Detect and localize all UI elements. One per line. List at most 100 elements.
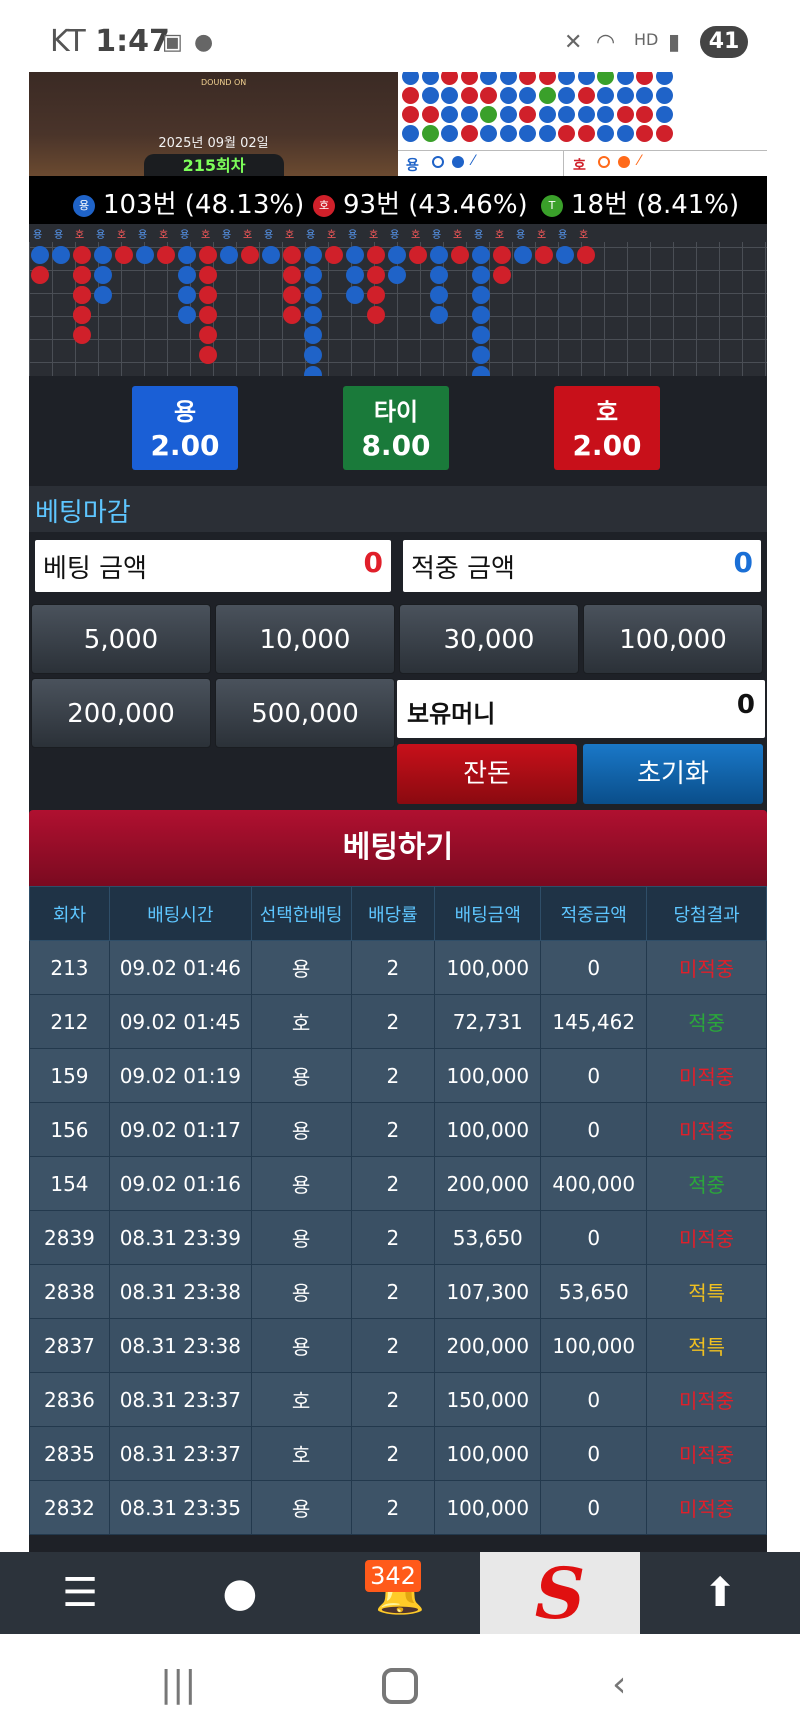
reset-button[interactable]: 초기화: [583, 744, 763, 804]
bead-dot: [519, 125, 536, 142]
grid-dot: [367, 286, 385, 304]
grid-header-cell: 호: [369, 230, 379, 241]
small-road-icon-tiger: [618, 156, 630, 168]
table-cell: 호: [250, 994, 352, 1049]
bead-dot: [636, 106, 653, 123]
odds-panel: 용 2.00 타이 8.00 호 2.00: [29, 376, 767, 476]
bead-dot: [402, 125, 419, 142]
table-row: 156 09.02 01:17 용 2 100,000 0 미적중: [29, 1102, 767, 1157]
grid-header-cell: 용: [54, 230, 64, 241]
table-cell: 2: [350, 1426, 436, 1481]
grid-header-cell: 용: [33, 230, 43, 241]
table-cell: 200,000: [434, 1318, 542, 1373]
grid-header-cell: 호: [117, 230, 127, 241]
table-cell: 용: [250, 1210, 352, 1265]
grid-header-cell: 용: [390, 230, 400, 241]
carrier-time: KT 1:47: [50, 24, 170, 59]
grid-header-cell: 용: [432, 230, 442, 241]
menu-icon[interactable]: ☰: [0, 1552, 160, 1634]
grid-dot: [535, 246, 553, 264]
screenshot-icon: ▣: [162, 30, 183, 55]
legend-tiger: 호: [573, 158, 586, 174]
bead-dot: [519, 106, 536, 123]
chip-5000-button[interactable]: 5,000: [31, 604, 211, 674]
result-stats: 용 103번 (48.13%) 호 93번 (43.46%) T 18번 (8.41%…: [29, 176, 767, 224]
back-icon[interactable]: ‹: [612, 1664, 626, 1705]
table-cell: 2: [350, 1264, 436, 1319]
grid-dot: [304, 246, 322, 264]
bead-dot: [421, 87, 439, 104]
col-result: 당첨결과: [646, 886, 767, 941]
bead-dot: [538, 72, 556, 85]
table-cell: 212: [29, 994, 110, 1049]
bead-dot: [577, 72, 595, 85]
table-row: 2836 08.31 23:37 호 2 150,000 0 미적중: [29, 1372, 767, 1427]
bead-dot: [577, 106, 595, 123]
bet-dragon-button[interactable]: 용 2.00: [132, 386, 238, 470]
grid-dot: [514, 246, 532, 264]
site-logo-button[interactable]: S: [480, 1552, 640, 1634]
table-cell: 08.31 23:37: [108, 1372, 252, 1427]
grid-header-cell: 호: [243, 230, 253, 241]
bead-dot: [616, 72, 634, 85]
table-cell: 100,000: [434, 1102, 542, 1157]
grid-dot: [136, 246, 154, 264]
table-cell: 100,000: [434, 1426, 542, 1481]
bead-dot: [519, 87, 536, 104]
chip-10000-button[interactable]: 10,000: [215, 604, 395, 674]
bet-amount-value: 0: [363, 546, 383, 579]
big-road-icon-tiger: [598, 156, 610, 168]
grid-dot: [31, 266, 49, 284]
bead-dot: [558, 125, 575, 142]
grid-dot: [304, 326, 322, 344]
recent-apps-icon[interactable]: |||: [160, 1664, 196, 1705]
bead-dot: [441, 87, 458, 104]
grid-header-cell: 용: [516, 230, 526, 241]
table-cell: 2832: [29, 1480, 110, 1535]
table-cell: 100,000: [540, 1318, 648, 1373]
bead-dot: [441, 106, 458, 123]
big-road-icon: [432, 156, 444, 168]
chip-100000-button[interactable]: 100,000: [583, 604, 763, 674]
table-cell: 미적중: [646, 1372, 767, 1427]
scroll-top-icon[interactable]: ⬆: [640, 1552, 800, 1634]
bead-dot: [538, 87, 556, 104]
grid-dot: [388, 266, 406, 284]
grid-dot: [283, 286, 301, 304]
bet-tie-button[interactable]: 타이 8.00: [343, 386, 449, 470]
table-cell: 159: [29, 1048, 110, 1103]
table-row: 2832 08.31 23:35 용 2 100,000 0 미적중: [29, 1480, 767, 1535]
small-road-icon: [452, 156, 464, 168]
table-cell: 100,000: [434, 1480, 542, 1535]
bet-tiger-button[interactable]: 호 2.00: [554, 386, 660, 470]
table-cell: 0: [540, 1048, 648, 1103]
place-bet-button[interactable]: 베팅하기: [29, 810, 767, 886]
grid-dot: [178, 306, 196, 324]
table-cell: 09.02 01:45: [108, 994, 252, 1049]
table-cell: 용: [250, 1156, 352, 1211]
col-selection: 선택한배팅: [250, 886, 352, 941]
grid-header-cell: 용: [558, 230, 568, 241]
chip-30000-button[interactable]: 30,000: [399, 604, 579, 674]
table-cell: 09.02 01:16: [108, 1156, 252, 1211]
grid-dot: [199, 306, 217, 324]
table-cell: 2: [350, 1318, 436, 1373]
cockroach-road-icon-tiger: ⁄: [638, 153, 641, 169]
grid-header-cell: 용: [306, 230, 316, 241]
grid-dot: [430, 246, 448, 264]
app-container: DOUND ON 2025년 09월 02일 215회차 용 ⁄ 호 ⁄ 용 10…: [29, 72, 767, 1552]
bead-dot: [558, 72, 575, 85]
bead-dot: [499, 125, 517, 142]
chip-500000-button[interactable]: 500,000: [215, 678, 395, 748]
table-cell: 미적중: [646, 940, 767, 995]
balance-button[interactable]: 잔돈: [397, 744, 577, 804]
bead-dot: [558, 87, 575, 104]
table-cell: 미적중: [646, 1048, 767, 1103]
table-cell: 08.31 23:39: [108, 1210, 252, 1265]
bead-dot: [655, 72, 673, 85]
chip-200000-button[interactable]: 200,000: [31, 678, 211, 748]
user-icon[interactable]: ●: [160, 1552, 320, 1634]
home-icon[interactable]: [382, 1668, 418, 1704]
grid-dot: [262, 246, 280, 264]
table-cell: 적중: [646, 994, 767, 1049]
